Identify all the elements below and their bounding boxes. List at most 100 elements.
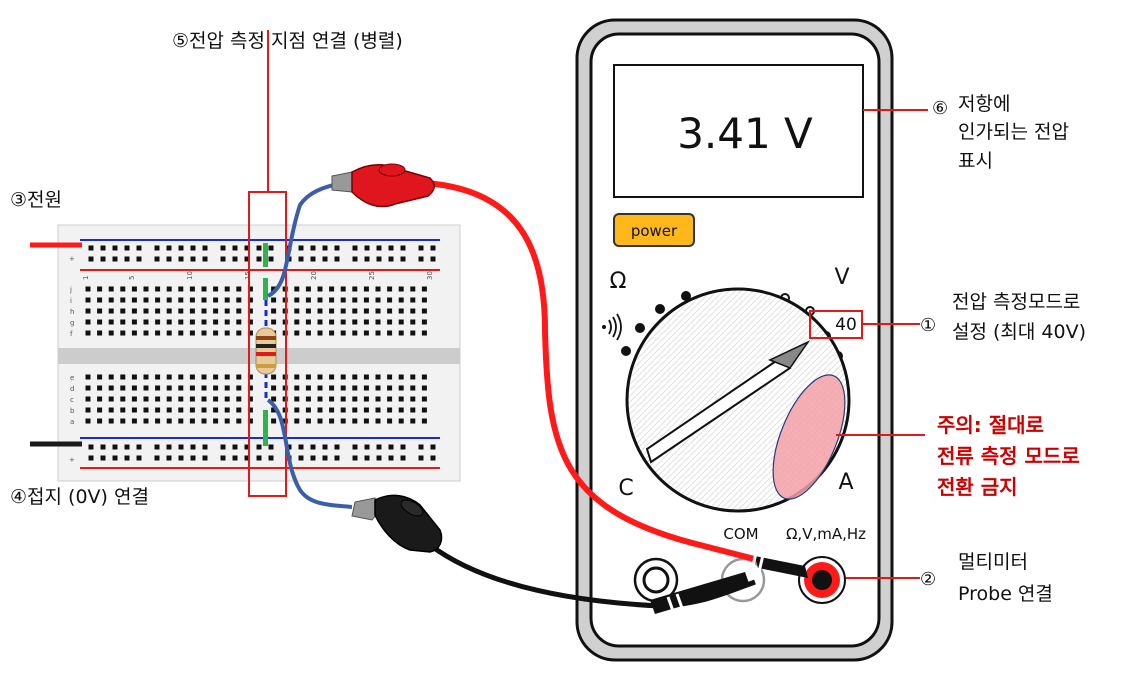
- breadboard-hole: [189, 308, 195, 314]
- breadboard-hole: [387, 286, 393, 292]
- breadboard-hole: [388, 455, 394, 461]
- breadboard-hole: [213, 374, 219, 380]
- breadboard-hole: [131, 385, 137, 391]
- breadboard-hole: [387, 407, 393, 413]
- breadboard-hole: [120, 286, 126, 292]
- breadboard-hole: [85, 374, 91, 380]
- breadboard-hole: [329, 330, 335, 336]
- breadboard-hole: [85, 407, 91, 413]
- breadboard-hole: [334, 455, 340, 461]
- breadboard-hole: [178, 245, 184, 251]
- breadboard-hole: [120, 308, 126, 314]
- breadboard-hole: [178, 455, 184, 461]
- breadboard-hole: [294, 418, 300, 424]
- mode-line-1: 전압 측정모드로: [952, 291, 1080, 313]
- breadboard-hole: [201, 286, 207, 292]
- breadboard-hole: [364, 455, 370, 461]
- row-label: d: [70, 385, 74, 393]
- breadboard-hole: [375, 330, 381, 336]
- breadboard-hole: [143, 297, 149, 303]
- breadboard-hole: [421, 396, 427, 402]
- breadboard-hole: [97, 396, 103, 402]
- breadboard-hole: [124, 444, 130, 450]
- warning-line-3: 전환 금지: [937, 475, 1018, 499]
- breadboard-hole: [418, 256, 424, 262]
- breadboard-hole: [178, 407, 184, 413]
- breadboard-hole: [271, 385, 277, 391]
- breadboard-hole: [410, 319, 416, 325]
- breadboard-hole: [352, 319, 358, 325]
- breadboard-hole: [155, 396, 161, 402]
- breadboard-hole: [398, 330, 404, 336]
- breadboard-hole: [85, 286, 91, 292]
- breadboard-hole: [201, 418, 207, 424]
- breadboard-hole: [317, 418, 323, 424]
- breadboard-hole: [256, 455, 262, 461]
- annotation-display: ⑥ 저항에 인가되는 전압 표시: [932, 93, 1069, 172]
- breadboard-hole: [224, 418, 230, 424]
- breadboard-hole: [202, 256, 208, 262]
- breadboard-hole: [189, 330, 195, 336]
- breadboard-hole: [375, 308, 381, 314]
- breadboard-hole: [154, 256, 160, 262]
- breadboard-hole: [97, 374, 103, 380]
- breadboard-hole: [410, 418, 416, 424]
- breadboard-hole: [305, 308, 311, 314]
- breadboard-hole: [305, 297, 311, 303]
- breadboard-hole: [224, 374, 230, 380]
- breadboard-hole: [154, 455, 160, 461]
- breadboard-hole: [155, 297, 161, 303]
- green-jumper-lower: [263, 410, 268, 446]
- breadboard-hole: [108, 396, 114, 402]
- column-label: 5: [128, 276, 136, 280]
- breadboard-hole: [108, 330, 114, 336]
- mode-marker: ①: [920, 315, 936, 336]
- row-label: g: [70, 319, 74, 327]
- breadboard-hole: [166, 455, 172, 461]
- breadboard-hole: [256, 256, 262, 262]
- breadboard-hole: [97, 418, 103, 424]
- breadboard-hole: [430, 455, 436, 461]
- breadboard-hole: [236, 385, 242, 391]
- breadboard-hole: [224, 385, 230, 391]
- row-label: e: [70, 374, 74, 382]
- breadboard-hole: [97, 297, 103, 303]
- annotation-parallel: ⑤전압 측정 지점 연결 (병렬): [172, 30, 403, 52]
- breadboard-hole: [421, 297, 427, 303]
- breadboard-hole: [190, 455, 196, 461]
- breadboard-hole: [136, 444, 142, 450]
- breadboard-hole: [410, 385, 416, 391]
- breadboard-hole: [421, 418, 427, 424]
- mode-line-2: 설정 (최대 40V): [952, 321, 1086, 343]
- breadboard-hole: [294, 308, 300, 314]
- dial-ohm-label: Ω: [610, 269, 627, 294]
- breadboard-hole: [398, 407, 404, 413]
- breadboard-hole: [334, 256, 340, 262]
- breadboard-hole: [120, 407, 126, 413]
- breadboard-hole: [85, 330, 91, 336]
- breadboard-hole: [155, 385, 161, 391]
- breadboard-hole: [421, 374, 427, 380]
- range-40v-label: 40: [835, 315, 857, 335]
- breadboard-hole: [190, 256, 196, 262]
- breadboard-hole: [112, 245, 118, 251]
- breadboard-hole: [155, 308, 161, 314]
- dial-amp-label: A: [838, 470, 853, 495]
- v-jack[interactable]: [798, 556, 846, 604]
- breadboard-hole: [352, 374, 358, 380]
- breadboard-hole: [85, 396, 91, 402]
- breadboard-hole: [155, 418, 161, 424]
- breadboard-hole: [352, 418, 358, 424]
- breadboard-hole: [85, 297, 91, 303]
- breadboard-hole: [294, 407, 300, 413]
- breadboard-hole: [155, 286, 161, 292]
- breadboard-hole: [88, 444, 94, 450]
- breadboard-hole: [166, 418, 172, 424]
- breadboard-hole: [236, 374, 242, 380]
- breadboard-hole: [85, 385, 91, 391]
- display-line-1: 저항에: [958, 93, 1010, 115]
- breadboard-hole: [421, 319, 427, 325]
- breadboard-hole: [143, 418, 149, 424]
- breadboard-hole: [363, 286, 369, 292]
- breadboard-hole: [305, 286, 311, 292]
